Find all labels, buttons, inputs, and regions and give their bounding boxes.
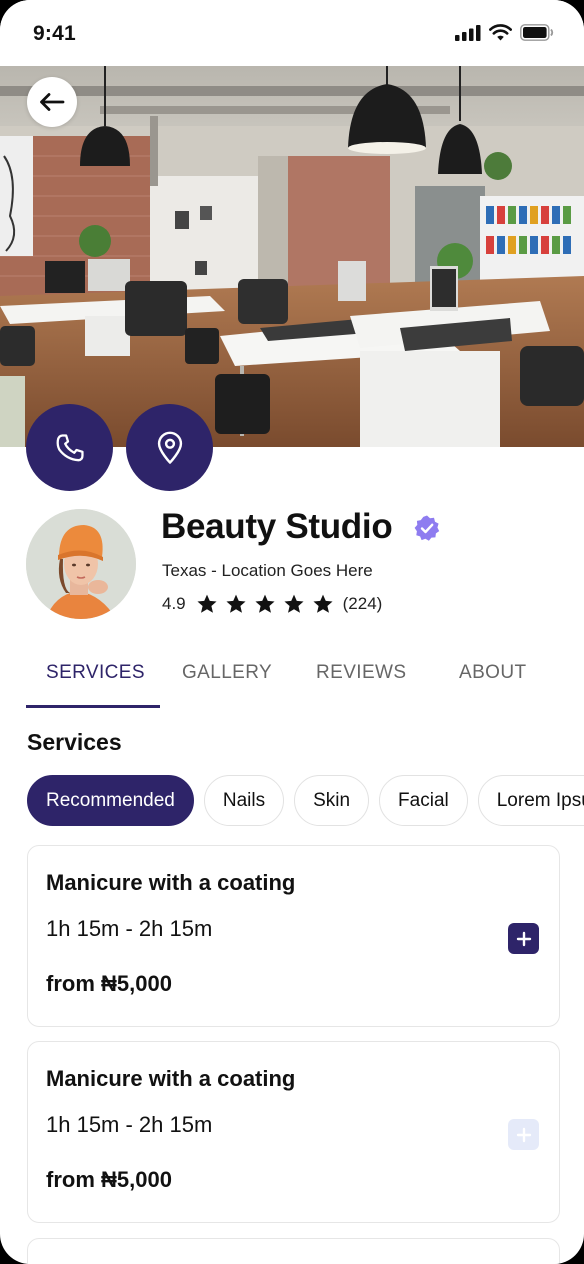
phone-screen: 9:41 Beauty Studio Texas - Location Goes… [0,0,584,1264]
category-chips: Recommended Nails Skin Facial Lorem Ipsu… [27,775,584,826]
review-count: (224) [342,594,383,613]
star-icon [226,594,246,613]
star-icon [197,594,217,613]
active-tab-indicator [26,705,160,708]
status-time: 9:41 [33,22,76,45]
rating-stars [196,593,334,615]
star-icon [284,594,304,613]
rating-value: 4.9 [162,594,186,613]
arrow-left-icon [40,93,65,111]
star-icon [255,594,275,613]
plus-icon [516,1127,531,1142]
service-title: Manicure with a coating [46,870,296,895]
chip-lorem-ipsum[interactable]: Lorem Ipsum [477,775,584,826]
status-icons [455,24,554,41]
service-duration: 1h 15m - 2h 15m [46,916,213,941]
service-card[interactable]: Manicure with a coating 1h 15m - 2h 15m … [27,1041,560,1223]
chip-nails[interactable]: Nails [203,775,285,826]
verified-badge-icon [414,515,440,541]
service-price: from ₦5,000 [46,1167,172,1192]
tab-gallery[interactable]: GALLERY [182,662,272,684]
call-button[interactable] [26,404,113,491]
back-button[interactable] [27,77,77,127]
tab-reviews[interactable]: REVIEWS [316,662,406,684]
wifi-icon [489,24,512,41]
chip-skin[interactable]: Skin [294,775,370,826]
map-pin-icon [157,431,182,464]
section-title: Services [27,729,122,755]
service-price: from ₦5,000 [46,971,172,996]
phone-icon [56,433,84,461]
tab-services[interactable]: SERVICES [46,662,145,684]
plus-icon [516,931,531,946]
service-card[interactable]: Manicure with a coating 1h 15m - 2h 15m … [27,845,560,1027]
rating-row: 4.9 (224) [162,593,382,615]
battery-icon [520,24,554,41]
tab-about[interactable]: ABOUT [459,662,526,684]
service-card[interactable] [27,1238,560,1264]
service-duration: 1h 15m - 2h 15m [46,1112,213,1137]
signal-icon [455,24,481,41]
business-name: Beauty Studio [161,507,393,546]
business-location: Texas - Location Goes Here [162,561,373,580]
service-title: Manicure with a coating [46,1066,296,1091]
profile-tabs: SERVICES GALLERY REVIEWS ABOUT [26,656,584,708]
add-service-button[interactable] [508,1119,539,1150]
business-avatar [26,509,136,619]
add-service-button[interactable] [508,923,539,954]
status-bar: 9:41 [0,0,584,66]
cover-image [0,66,584,447]
chip-recommended[interactable]: Recommended [27,775,194,826]
star-icon [313,594,333,613]
chip-facial[interactable]: Facial [379,775,468,826]
location-button[interactable] [126,404,213,491]
